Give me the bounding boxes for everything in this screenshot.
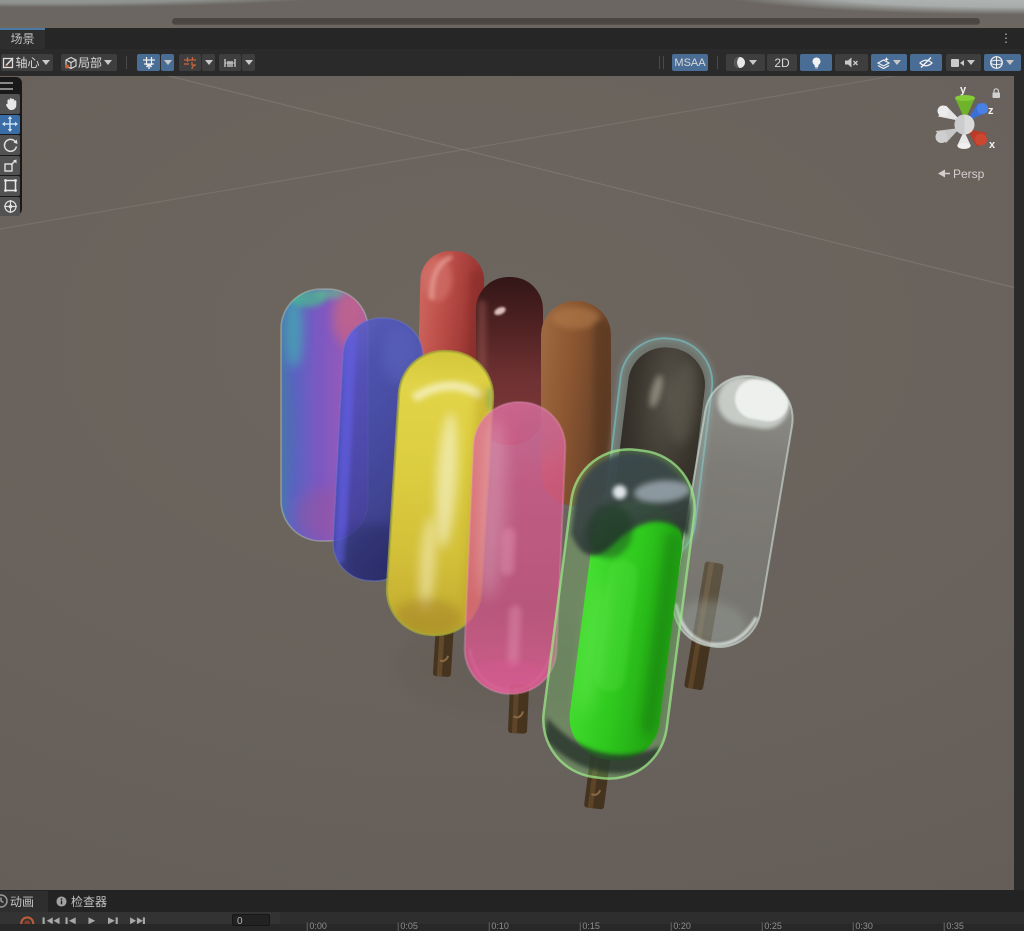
svg-text:y: y [960,84,967,96]
svg-text:x: x [989,139,996,151]
svg-text:Persp: Persp [953,167,985,181]
svg-text:z: z [988,105,994,117]
